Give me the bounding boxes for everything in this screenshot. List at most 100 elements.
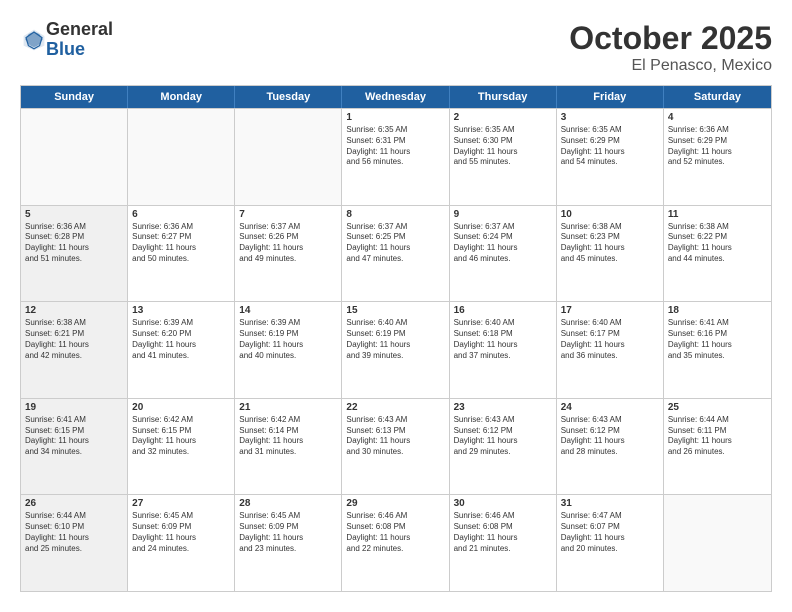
cell-line-1: Sunset: 6:07 PM	[561, 522, 659, 533]
header-day-wednesday: Wednesday	[342, 86, 449, 108]
cell-line-3: and 56 minutes.	[346, 157, 444, 168]
cell-line-1: Sunset: 6:29 PM	[561, 136, 659, 147]
cell-line-2: Daylight: 11 hours	[346, 436, 444, 447]
cal-cell-15: 15Sunrise: 6:40 AMSunset: 6:19 PMDayligh…	[342, 302, 449, 398]
cell-line-1: Sunset: 6:09 PM	[132, 522, 230, 533]
cell-line-3: and 49 minutes.	[239, 254, 337, 265]
cell-line-0: Sunrise: 6:39 AM	[132, 318, 230, 329]
cell-line-3: and 23 minutes.	[239, 544, 337, 555]
cell-line-1: Sunset: 6:29 PM	[668, 136, 767, 147]
cell-line-2: Daylight: 11 hours	[561, 243, 659, 254]
cal-cell-20: 20Sunrise: 6:42 AMSunset: 6:15 PMDayligh…	[128, 399, 235, 495]
cal-cell-11: 11Sunrise: 6:38 AMSunset: 6:22 PMDayligh…	[664, 206, 771, 302]
cell-line-1: Sunset: 6:12 PM	[561, 426, 659, 437]
cal-cell-2: 2Sunrise: 6:35 AMSunset: 6:30 PMDaylight…	[450, 109, 557, 205]
cell-line-1: Sunset: 6:20 PM	[132, 329, 230, 340]
cell-line-2: Daylight: 11 hours	[346, 147, 444, 158]
cell-line-1: Sunset: 6:27 PM	[132, 232, 230, 243]
cell-line-3: and 45 minutes.	[561, 254, 659, 265]
cell-line-2: Daylight: 11 hours	[668, 243, 767, 254]
day-number: 12	[25, 305, 123, 316]
day-number: 28	[239, 498, 337, 509]
cal-cell-14: 14Sunrise: 6:39 AMSunset: 6:19 PMDayligh…	[235, 302, 342, 398]
cal-cell-3: 3Sunrise: 6:35 AMSunset: 6:29 PMDaylight…	[557, 109, 664, 205]
cell-line-2: Daylight: 11 hours	[668, 340, 767, 351]
cell-line-2: Daylight: 11 hours	[561, 340, 659, 351]
day-number: 23	[454, 402, 552, 413]
day-number: 31	[561, 498, 659, 509]
cell-line-1: Sunset: 6:10 PM	[25, 522, 123, 533]
cal-cell-empty-0-1	[128, 109, 235, 205]
logo-general: General	[46, 20, 113, 40]
cell-line-2: Daylight: 11 hours	[346, 340, 444, 351]
cal-cell-26: 26Sunrise: 6:44 AMSunset: 6:10 PMDayligh…	[21, 495, 128, 591]
cal-cell-1: 1Sunrise: 6:35 AMSunset: 6:31 PMDaylight…	[342, 109, 449, 205]
cal-cell-7: 7Sunrise: 6:37 AMSunset: 6:26 PMDaylight…	[235, 206, 342, 302]
cell-line-0: Sunrise: 6:43 AM	[454, 415, 552, 426]
day-number: 21	[239, 402, 337, 413]
cell-line-2: Daylight: 11 hours	[454, 533, 552, 544]
cell-line-3: and 50 minutes.	[132, 254, 230, 265]
cal-cell-23: 23Sunrise: 6:43 AMSunset: 6:12 PMDayligh…	[450, 399, 557, 495]
day-number: 16	[454, 305, 552, 316]
cell-line-2: Daylight: 11 hours	[668, 436, 767, 447]
cell-line-3: and 34 minutes.	[25, 447, 123, 458]
cell-line-2: Daylight: 11 hours	[25, 340, 123, 351]
cell-line-1: Sunset: 6:14 PM	[239, 426, 337, 437]
day-number: 6	[132, 209, 230, 220]
day-number: 1	[346, 112, 444, 123]
cell-line-1: Sunset: 6:19 PM	[346, 329, 444, 340]
cell-line-0: Sunrise: 6:45 AM	[132, 511, 230, 522]
cell-line-2: Daylight: 11 hours	[239, 436, 337, 447]
title-block: October 2025 El Penasco, Mexico	[569, 20, 772, 75]
calendar: SundayMondayTuesdayWednesdayThursdayFrid…	[20, 85, 772, 592]
cal-cell-25: 25Sunrise: 6:44 AMSunset: 6:11 PMDayligh…	[664, 399, 771, 495]
cal-cell-30: 30Sunrise: 6:46 AMSunset: 6:08 PMDayligh…	[450, 495, 557, 591]
cell-line-2: Daylight: 11 hours	[132, 243, 230, 254]
cell-line-3: and 20 minutes.	[561, 544, 659, 555]
cal-cell-27: 27Sunrise: 6:45 AMSunset: 6:09 PMDayligh…	[128, 495, 235, 591]
cell-line-1: Sunset: 6:13 PM	[346, 426, 444, 437]
cell-line-0: Sunrise: 6:35 AM	[346, 125, 444, 136]
cell-line-3: and 41 minutes.	[132, 351, 230, 362]
cell-line-2: Daylight: 11 hours	[25, 436, 123, 447]
cal-cell-10: 10Sunrise: 6:38 AMSunset: 6:23 PMDayligh…	[557, 206, 664, 302]
cell-line-2: Daylight: 11 hours	[668, 147, 767, 158]
cal-cell-4: 4Sunrise: 6:36 AMSunset: 6:29 PMDaylight…	[664, 109, 771, 205]
header-day-monday: Monday	[128, 86, 235, 108]
day-number: 9	[454, 209, 552, 220]
cell-line-3: and 54 minutes.	[561, 157, 659, 168]
cell-line-2: Daylight: 11 hours	[239, 243, 337, 254]
cal-cell-19: 19Sunrise: 6:41 AMSunset: 6:15 PMDayligh…	[21, 399, 128, 495]
cell-line-1: Sunset: 6:08 PM	[346, 522, 444, 533]
cell-line-2: Daylight: 11 hours	[346, 243, 444, 254]
cell-line-2: Daylight: 11 hours	[561, 147, 659, 158]
cell-line-3: and 26 minutes.	[668, 447, 767, 458]
calendar-row-3: 12Sunrise: 6:38 AMSunset: 6:21 PMDayligh…	[21, 301, 771, 398]
calendar-row-5: 26Sunrise: 6:44 AMSunset: 6:10 PMDayligh…	[21, 494, 771, 591]
header-day-saturday: Saturday	[664, 86, 771, 108]
cell-line-0: Sunrise: 6:36 AM	[668, 125, 767, 136]
cell-line-3: and 24 minutes.	[132, 544, 230, 555]
cell-line-3: and 31 minutes.	[239, 447, 337, 458]
cell-line-0: Sunrise: 6:37 AM	[454, 222, 552, 233]
cell-line-2: Daylight: 11 hours	[454, 243, 552, 254]
cell-line-0: Sunrise: 6:46 AM	[454, 511, 552, 522]
cell-line-3: and 21 minutes.	[454, 544, 552, 555]
cal-cell-16: 16Sunrise: 6:40 AMSunset: 6:18 PMDayligh…	[450, 302, 557, 398]
cell-line-2: Daylight: 11 hours	[454, 340, 552, 351]
cal-cell-21: 21Sunrise: 6:42 AMSunset: 6:14 PMDayligh…	[235, 399, 342, 495]
cell-line-0: Sunrise: 6:44 AM	[668, 415, 767, 426]
cell-line-0: Sunrise: 6:35 AM	[454, 125, 552, 136]
header: General Blue October 2025 El Penasco, Me…	[20, 20, 772, 75]
cell-line-0: Sunrise: 6:44 AM	[25, 511, 123, 522]
cell-line-1: Sunset: 6:25 PM	[346, 232, 444, 243]
cell-line-1: Sunset: 6:09 PM	[239, 522, 337, 533]
cell-line-1: Sunset: 6:11 PM	[668, 426, 767, 437]
calendar-row-1: 1Sunrise: 6:35 AMSunset: 6:31 PMDaylight…	[21, 108, 771, 205]
cell-line-3: and 37 minutes.	[454, 351, 552, 362]
cell-line-0: Sunrise: 6:37 AM	[239, 222, 337, 233]
page: General Blue October 2025 El Penasco, Me…	[0, 0, 792, 612]
logo-blue: Blue	[46, 40, 113, 60]
cell-line-2: Daylight: 11 hours	[132, 436, 230, 447]
